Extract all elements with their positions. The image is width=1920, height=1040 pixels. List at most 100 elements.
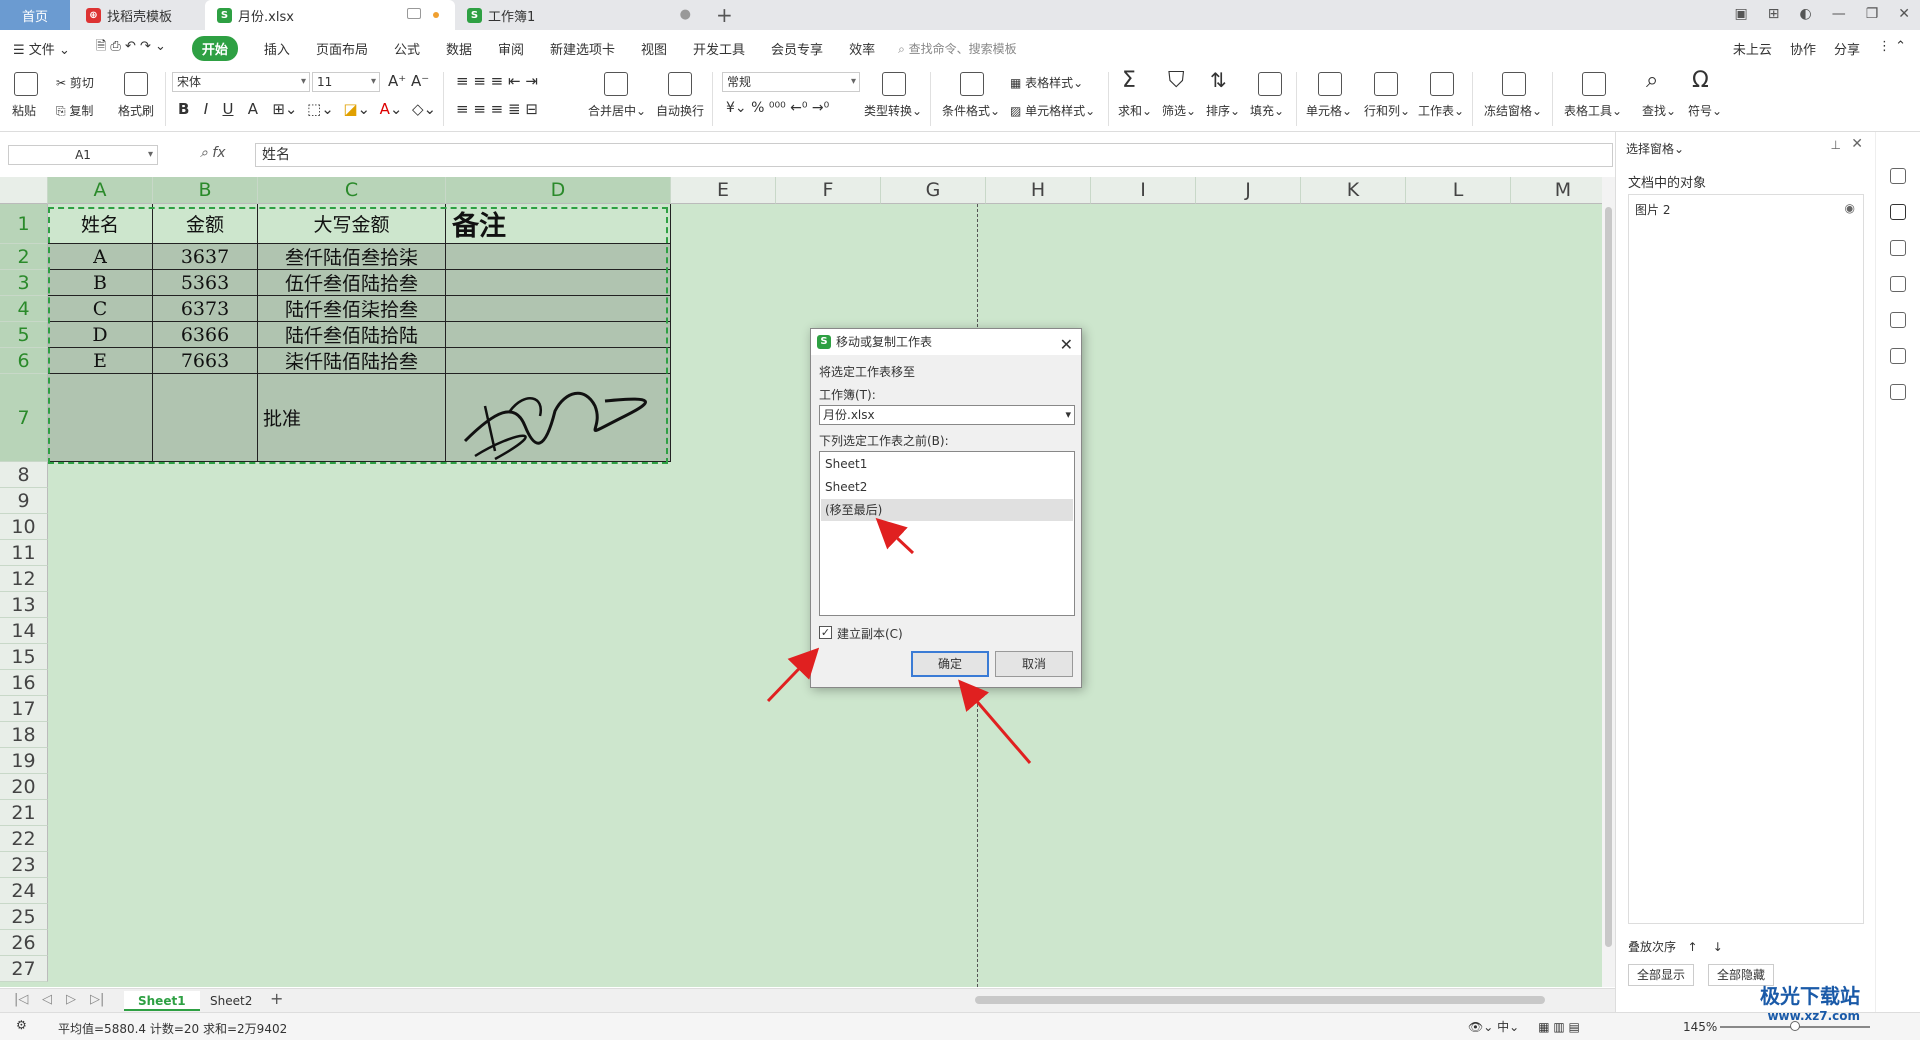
table-cell[interactable] — [48, 374, 153, 462]
row-header-3[interactable]: 3 — [0, 270, 48, 296]
sheet-list[interactable]: Sheet1 Sheet2 (移至最后) — [819, 451, 1075, 616]
menu-insert[interactable]: 插入 — [264, 39, 290, 58]
row-header-18[interactable]: 18 — [0, 722, 48, 748]
book-icon[interactable] — [1890, 384, 1906, 400]
selection-pane-title[interactable]: 选择窗格⌄ — [1626, 140, 1684, 157]
show-all-button[interactable]: 全部显示 — [1628, 964, 1695, 986]
eye-icon[interactable]: ◉ — [1845, 201, 1855, 215]
font-grow-shrink-icons[interactable]: A⁺ A⁻ — [388, 72, 429, 90]
rowcol-icon[interactable] — [1374, 72, 1398, 96]
sum-button[interactable]: 求和⌄ — [1118, 102, 1152, 119]
column-header-i[interactable]: I — [1091, 177, 1196, 204]
add-sheet-button[interactable]: + — [270, 989, 283, 1008]
column-header-c[interactable]: C — [258, 177, 446, 204]
font-size-select[interactable]: 11 — [312, 72, 380, 92]
tab-month-workbook[interactable]: S 月份.xlsx — [205, 0, 455, 30]
symbol-icon[interactable]: Ω — [1692, 68, 1709, 93]
table-cell[interactable]: 伍仟叁佰陆拾叁 — [258, 270, 446, 296]
row-header-21[interactable]: 21 — [0, 800, 48, 826]
column-header-b[interactable]: B — [153, 177, 258, 204]
copy-button[interactable]: ⎘ 复制 — [56, 102, 93, 119]
new-tab-button[interactable]: + — [716, 3, 733, 27]
row-header-22[interactable]: 22 — [0, 826, 48, 852]
close-icon[interactable]: ● — [680, 7, 691, 22]
column-header-j[interactable]: J — [1196, 177, 1301, 204]
scroll-thumb[interactable] — [1605, 207, 1612, 947]
table-cell[interactable]: B — [48, 270, 153, 296]
next-sheet-icon[interactable]: ▷ — [66, 992, 76, 1007]
cancel-button[interactable]: 取消 — [995, 651, 1073, 677]
location-icon[interactable] — [1890, 348, 1906, 364]
column-header-d[interactable]: D — [446, 177, 671, 204]
header-cell[interactable]: 大写金额 — [258, 204, 446, 244]
close-window-icon[interactable]: ✕ — [1898, 6, 1910, 22]
command-search[interactable]: ⌕ 查找命令、搜索模板 — [898, 40, 1017, 57]
column-header-f[interactable]: F — [776, 177, 881, 204]
format-painter-icon[interactable] — [124, 72, 148, 96]
column-header-k[interactable]: K — [1301, 177, 1406, 204]
filter-icon[interactable]: ⛉ — [1168, 68, 1185, 93]
menu-page-layout[interactable]: 页面布局 — [316, 39, 368, 58]
paste-icon[interactable] — [14, 72, 38, 96]
menu-review[interactable]: 审阅 — [498, 39, 524, 58]
sort-icon[interactable]: ⇅ — [1210, 68, 1227, 92]
select-pointer-icon[interactable] — [1890, 204, 1906, 220]
shape-icon[interactable] — [1890, 168, 1906, 184]
column-header-a[interactable]: A — [48, 177, 153, 204]
property-icon[interactable] — [1890, 240, 1906, 256]
vertical-scrollbar[interactable] — [1602, 177, 1615, 987]
vertical-align-buttons[interactable]: ≡ ≡ ≡ ⇤ ⇥ — [456, 72, 538, 90]
wrap-text-icon[interactable] — [668, 72, 692, 96]
find-icon[interactable]: ⌕ — [1646, 68, 1658, 93]
row-header-16[interactable]: 16 — [0, 670, 48, 696]
menu-home[interactable]: 开始 — [191, 35, 238, 61]
sort-button[interactable]: 排序⌄ — [1206, 102, 1240, 119]
menu-efficiency[interactable]: 效率 — [849, 39, 875, 58]
row-header-12[interactable]: 12 — [0, 566, 48, 592]
file-menu[interactable]: ☰ 文件 ⌄ — [13, 39, 70, 58]
sheet-tab-sheet1[interactable]: Sheet1 — [124, 991, 200, 1011]
table-cell[interactable]: A — [48, 244, 153, 270]
horizontal-align-buttons[interactable]: ≡ ≡ ≡ ≣ ⊟ — [456, 100, 538, 118]
row-header-4[interactable]: 4 — [0, 296, 48, 322]
row-header-17[interactable]: 17 — [0, 696, 48, 722]
rowcol-button[interactable]: 行和列⌄ — [1364, 102, 1410, 119]
more-icon[interactable]: ⋮ ⌃ — [1878, 39, 1906, 58]
type-convert-icon[interactable] — [882, 72, 906, 96]
macro-icon[interactable]: ⚙ — [16, 1018, 27, 1032]
table-cell[interactable]: 7663 — [153, 348, 258, 374]
table-cell[interactable] — [446, 270, 671, 296]
freeze-icon[interactable] — [1502, 72, 1526, 96]
tab-docer-templates[interactable]: ⊕ 找稻壳模板 — [74, 0, 200, 30]
table-cell[interactable]: 柒仟陆佰陆拾叁 — [258, 348, 446, 374]
wrap-text-button[interactable]: 自动换行 — [656, 102, 704, 119]
row-header-25[interactable]: 25 — [0, 904, 48, 930]
prev-sheet-icon[interactable]: ◁ — [42, 992, 52, 1007]
list-item[interactable]: Sheet2 — [821, 476, 1073, 498]
row-header-9[interactable]: 9 — [0, 488, 48, 514]
merge-icon[interactable] — [604, 72, 628, 96]
layout-tool-icon[interactable] — [1890, 276, 1906, 292]
ok-button[interactable]: 确定 — [911, 651, 989, 677]
table-cell[interactable] — [446, 322, 671, 348]
table-tools-button[interactable]: 表格工具⌄ — [1564, 102, 1622, 119]
row-header-26[interactable]: 26 — [0, 930, 48, 956]
row-header-11[interactable]: 11 — [0, 540, 48, 566]
row-header-8[interactable]: 8 — [0, 462, 48, 488]
column-header-h[interactable]: H — [986, 177, 1091, 204]
horizontal-scroll-thumb[interactable] — [975, 996, 1545, 1004]
menu-member[interactable]: 会员专享 — [771, 39, 823, 58]
list-item-move-to-end[interactable]: (移至最后) — [821, 499, 1073, 521]
spreadsheet-grid[interactable]: ABCDEFGHIJKLM 1 2 3 4 5 6 7 8 9 10 11 12 13 14 15 16 17 1… — [0, 177, 1602, 987]
menu-data[interactable]: 数据 — [446, 39, 472, 58]
table-cell[interactable]: C — [48, 296, 153, 322]
column-header-e[interactable]: E — [671, 177, 776, 204]
header-cell[interactable]: 姓名 — [48, 204, 153, 244]
row-header-20[interactable]: 20 — [0, 774, 48, 800]
signature-image[interactable] — [455, 371, 660, 461]
type-convert-button[interactable]: 类型转换⌄ — [864, 102, 922, 119]
cond-format-icon[interactable] — [960, 72, 984, 96]
table-cell[interactable]: E — [48, 348, 153, 374]
row-header-13[interactable]: 13 — [0, 592, 48, 618]
table-tools-icon[interactable] — [1582, 72, 1606, 96]
